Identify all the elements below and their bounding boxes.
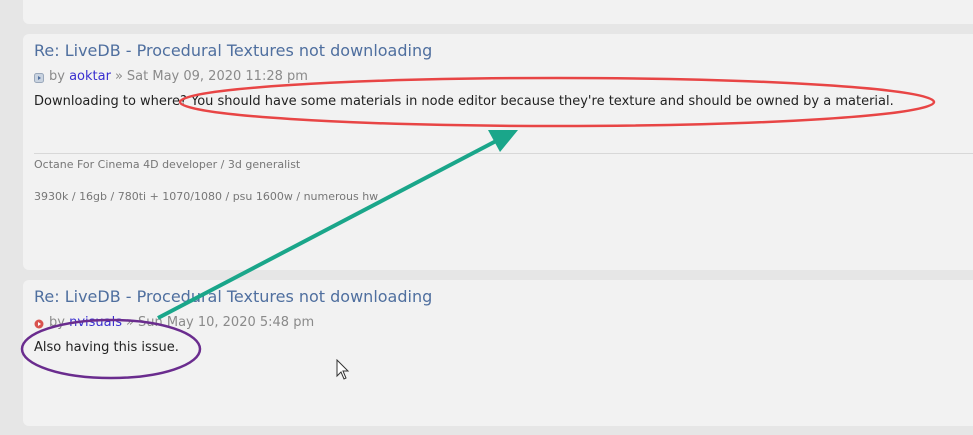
signature-line: 3930k / 16gb / 780ti + 1070/1080 / psu 1… [34,190,379,203]
mouse-cursor-icon [336,359,350,380]
post-meta: by nvisuals » Sun May 10, 2020 5:48 pm [34,315,314,330]
post-body: Also having this issue. [34,340,179,355]
post-unread-icon [34,318,44,328]
post-meta: by aoktar» Sat May 09, 2020 11:28 pm [34,69,308,84]
post-read-icon [34,72,44,83]
signature-line: Octane For Cinema 4D developer / 3d gene… [34,158,301,171]
post-date: Sun May 10, 2020 5:48 pm [137,315,315,330]
previous-post-card [23,0,973,24]
author-link[interactable]: nvisuals [69,315,122,330]
by-label: by [49,69,65,84]
post-body: Downloading to where? You should have so… [34,94,894,109]
post-card-aoktar: Re: LiveDB - Procedural Textures not dow… [23,34,973,270]
post-date: Sat May 09, 2020 11:28 pm [126,69,308,84]
post-title-link[interactable]: Re: LiveDB - Procedural Textures not dow… [34,287,432,306]
meta-separator: » [126,315,134,330]
post-title-link[interactable]: Re: LiveDB - Procedural Textures not dow… [34,41,432,60]
signature-divider [34,153,973,154]
author-link[interactable]: aoktar [69,69,111,84]
meta-separator: » [114,69,123,84]
post-card-nvisuals: Re: LiveDB - Procedural Textures not dow… [23,280,973,426]
by-label: by [49,315,65,330]
